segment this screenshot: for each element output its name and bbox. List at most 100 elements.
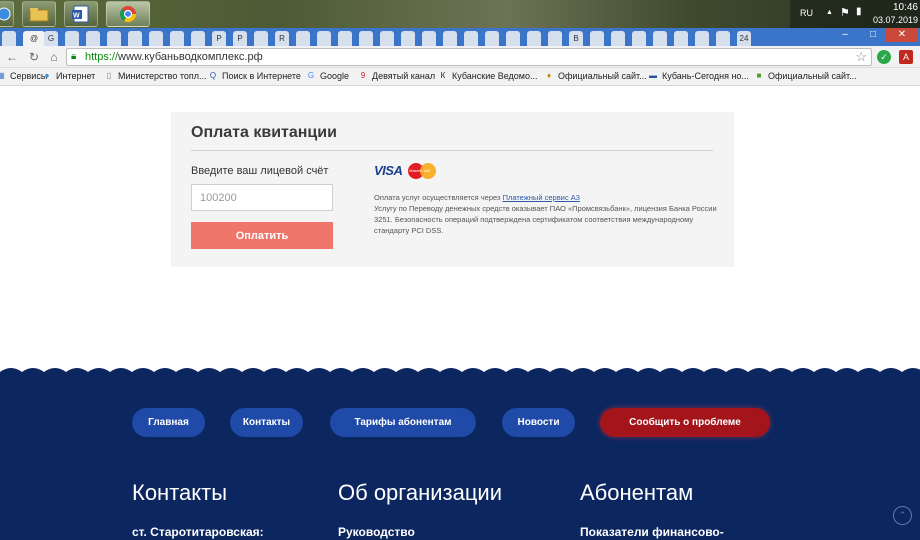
- tray-expand-icon[interactable]: ▲: [826, 9, 833, 16]
- home-icon[interactable]: ⌂: [46, 49, 62, 65]
- close-window-icon[interactable]: ✕: [886, 28, 918, 42]
- report-problem-button[interactable]: Сообщить о проблеме: [600, 408, 770, 437]
- browser-tab[interactable]: [443, 31, 457, 46]
- bookmark-item[interactable]: К Кубанские Ведомо...: [438, 71, 538, 81]
- browser-tab[interactable]: [317, 31, 331, 46]
- browser-tab[interactable]: [401, 31, 415, 46]
- bookmark-label: Официальный сайт...: [558, 71, 647, 81]
- bookmarks-bar: ▦ Сервисы ● Интернет ▯ Министерство топл... Q П…: [0, 68, 920, 86]
- browser-tab[interactable]: [86, 31, 100, 46]
- pay-button[interactable]: Оплатить: [191, 222, 333, 249]
- browser-tab[interactable]: @: [23, 31, 45, 46]
- file-explorer-icon[interactable]: [22, 1, 56, 27]
- maximize-window-icon[interactable]: □: [862, 28, 884, 42]
- account-input[interactable]: [191, 184, 333, 211]
- windows-taskbar: W RU ▲ ⚑ ▮ 10:46 03.07.2019: [0, 0, 920, 28]
- bookmark-item[interactable]: Q Поиск в Интернете: [208, 71, 301, 81]
- browser-tab[interactable]: [359, 31, 373, 46]
- address-bar[interactable]: 🔒︎ https://www.кубаньводкомплекс.рф ☆: [66, 48, 872, 66]
- minimize-window-icon[interactable]: –: [834, 28, 856, 42]
- bookmark-item[interactable]: ▦ Сервисы: [0, 71, 47, 81]
- browser-tab[interactable]: [170, 31, 184, 46]
- action-center-flag-icon[interactable]: ⚑: [840, 6, 850, 19]
- bookmark-item[interactable]: ■ Официальный сайт...: [754, 71, 857, 81]
- browser-tab[interactable]: [254, 31, 268, 46]
- bookmark-item[interactable]: G Google: [306, 71, 349, 81]
- footer-about-first-item[interactable]: Руководство: [338, 525, 415, 539]
- footer-nav-contacts[interactable]: Контакты: [230, 408, 303, 437]
- bookmark-label: Кубанские Ведомо...: [452, 71, 538, 81]
- browser-tab[interactable]: [716, 31, 730, 46]
- browser-tab[interactable]: [128, 31, 142, 46]
- bookmark-item[interactable]: ♦ Официальный сайт...: [544, 71, 647, 81]
- browser-tab[interactable]: B: [569, 31, 583, 46]
- payment-card: Оплата квитанции Введите ваш лицевой счё…: [171, 112, 734, 267]
- bookmark-label: Официальный сайт...: [768, 71, 857, 81]
- lock-icon: 🔒︎: [71, 51, 77, 62]
- title-divider: [191, 150, 713, 151]
- browser-tab[interactable]: [65, 31, 79, 46]
- channel-icon: 9: [360, 71, 366, 80]
- browser-tab[interactable]: 24: [737, 31, 751, 46]
- browser-tab[interactable]: [191, 31, 205, 46]
- url-text[interactable]: https://www.кубаньводкомплекс.рф: [85, 51, 263, 63]
- browser-tab[interactable]: [2, 31, 16, 46]
- browser-tab[interactable]: [380, 31, 394, 46]
- language-indicator[interactable]: RU: [800, 8, 813, 18]
- browser-tab[interactable]: [548, 31, 562, 46]
- browser-tab[interactable]: [485, 31, 499, 46]
- browser-tab[interactable]: [338, 31, 352, 46]
- reload-icon[interactable]: ↻: [26, 49, 42, 65]
- network-signal-icon[interactable]: ▮: [856, 6, 862, 17]
- site-footer: [0, 362, 920, 540]
- browser-tab[interactable]: [695, 31, 709, 46]
- browser-tab[interactable]: [149, 31, 163, 46]
- browser-tab[interactable]: [107, 31, 121, 46]
- bookmark-item[interactable]: ▬ Кубань-Сегодня но...: [648, 71, 749, 81]
- clock-date[interactable]: 03.07.2019: [873, 15, 918, 25]
- browser-tab-strip: – □ ✕ @ G P P R B 24: [0, 28, 920, 46]
- browser-tab[interactable]: P: [212, 31, 226, 46]
- chrome-icon[interactable]: [106, 1, 150, 27]
- footer-nav-tariffs[interactable]: Тарифы абонентам: [330, 408, 476, 437]
- browser-tab[interactable]: [590, 31, 604, 46]
- footer-nav-home[interactable]: Главная: [132, 408, 205, 437]
- footer-contacts-first-item[interactable]: ст. Старотитаровская:: [132, 525, 264, 539]
- clock-time[interactable]: 10:46: [893, 2, 918, 13]
- bookmark-label: Министерство топл...: [118, 71, 207, 81]
- bookmark-item[interactable]: ● Интернет: [42, 71, 96, 81]
- browser-toolbar: ← ↻ ⌂ 🔒︎ https://www.кубаньводкомплекс.р…: [0, 46, 920, 68]
- browser-tab[interactable]: [653, 31, 667, 46]
- word-icon[interactable]: W: [64, 1, 98, 27]
- browser-tab[interactable]: [527, 31, 541, 46]
- google-icon: G: [307, 71, 315, 80]
- scroll-to-top-icon[interactable]: ⌃: [893, 506, 912, 525]
- browser-tab[interactable]: [674, 31, 688, 46]
- browser-tab[interactable]: R: [275, 31, 289, 46]
- bookmark-label: Google: [320, 71, 350, 81]
- footer-nav-news[interactable]: Новости: [502, 408, 575, 437]
- search-icon: Q: [209, 71, 217, 80]
- footer-subscribers-first-item[interactable]: Показатели финансово-: [580, 525, 724, 539]
- news-icon: ▬: [649, 71, 657, 80]
- payment-service-link[interactable]: Платежный сервис А3: [503, 193, 580, 202]
- browser-tab[interactable]: [611, 31, 625, 46]
- browser-tab[interactable]: P: [233, 31, 247, 46]
- extension-check-icon[interactable]: ✓: [877, 50, 891, 64]
- browser-tab[interactable]: [296, 31, 310, 46]
- start-orb-icon[interactable]: [0, 1, 14, 27]
- bookmark-item[interactable]: 9 Девятый канал: [358, 71, 435, 81]
- browser-tab[interactable]: [632, 31, 646, 46]
- payment-title: Оплата квитанции: [191, 124, 337, 141]
- browser-tab[interactable]: [506, 31, 520, 46]
- bookmark-item[interactable]: ▯ Министерство топл...: [104, 71, 207, 81]
- bookmark-star-icon[interactable]: ☆: [855, 49, 867, 65]
- browser-tab[interactable]: G: [44, 31, 58, 46]
- pdf-extension-icon[interactable]: A: [899, 50, 913, 64]
- footer-contacts-heading: Контакты: [132, 480, 228, 505]
- bookmark-label: Поиск в Интернете: [222, 71, 301, 81]
- browser-tab[interactable]: [422, 31, 436, 46]
- browser-tab[interactable]: [464, 31, 478, 46]
- account-label: Введите ваш лицевой счёт: [191, 165, 329, 177]
- back-arrow-icon[interactable]: ←: [4, 49, 20, 65]
